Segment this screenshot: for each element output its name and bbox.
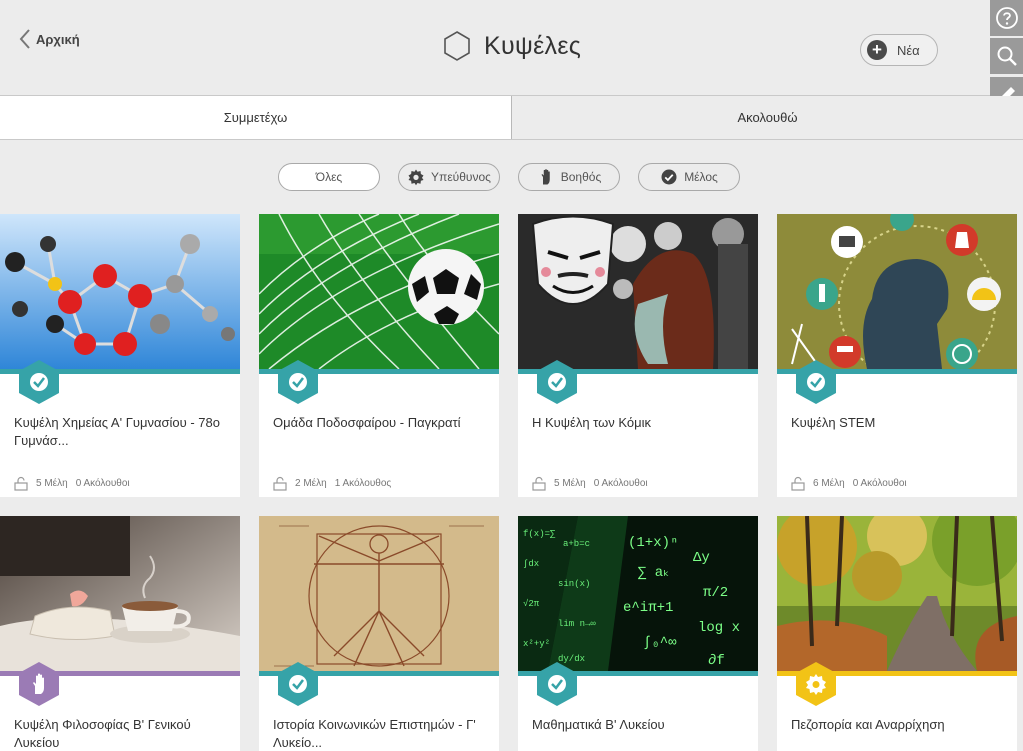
search-icon xyxy=(997,46,1017,66)
hive-stats: 5 Μέλη 0 Ακόλουθοι xyxy=(14,476,130,491)
filter-assistant[interactable]: Βοηθός xyxy=(518,163,620,191)
filter-all-label: Όλες xyxy=(315,170,343,184)
svg-text:∑ aₖ: ∑ aₖ xyxy=(638,565,669,581)
member-check-icon xyxy=(278,360,318,404)
lock-icon xyxy=(532,476,546,491)
hive-stats: 5 Μέλη 0 Ακόλουθοι xyxy=(532,476,648,491)
hive-name: Πεζοπορία και Αναρρίχηση xyxy=(791,717,945,732)
lock-icon xyxy=(273,476,287,491)
filter-assistant-label: Βοηθός xyxy=(560,170,602,184)
check-icon xyxy=(661,169,677,185)
member-check-icon xyxy=(19,360,59,404)
tab-bar: Συμμετέχω Ακολουθώ xyxy=(0,96,1023,140)
hive-card[interactable]: f(x)=∑ ∫dx √2π x²+y² a+b=c sin(x) lim n→∞ dy/d… xyxy=(518,516,758,751)
stem-thinker-image xyxy=(777,214,1017,369)
svg-text:π/2: π/2 xyxy=(703,585,728,601)
back-label: Αρχική xyxy=(36,31,80,47)
member-check-icon xyxy=(537,662,577,706)
svg-text:e^iπ+1: e^iπ+1 xyxy=(623,600,673,616)
member-count: 5 Μέλη xyxy=(554,478,586,489)
filter-member[interactable]: Μέλος xyxy=(638,163,740,191)
comic-mask-image xyxy=(518,214,758,369)
member-count: 2 Μέλη xyxy=(295,478,327,489)
hive-name: Κυψέλη STEM xyxy=(791,415,876,430)
hive-card[interactable]: Κυψέλη STEM 6 Μέλη 0 Ακόλουθοι xyxy=(777,214,1017,497)
svg-text:x²+y²: x²+y² xyxy=(523,639,550,649)
lock-icon xyxy=(14,476,28,491)
hive-name: Ιστορία Κοινωνικών Επιστημών - Γ' Λυκείο… xyxy=(273,717,476,750)
lock-icon xyxy=(791,476,805,491)
hive-name: Μαθηματικά Β' Λυκείου xyxy=(532,717,665,732)
molecules-image xyxy=(0,214,240,369)
hive-card[interactable]: Πεζοπορία και Αναρρίχηση xyxy=(777,516,1017,751)
svg-text:lim n→∞: lim n→∞ xyxy=(558,619,596,629)
tab-participate[interactable]: Συμμετέχω xyxy=(0,96,512,139)
search-button[interactable] xyxy=(990,38,1023,74)
help-icon xyxy=(995,7,1018,29)
new-hive-label: Νέα xyxy=(897,42,920,58)
hive-card[interactable]: Κυψέλη Χημείας Α' Γυμνασίου - 78ο Γυμνάσ… xyxy=(0,214,240,497)
hand-icon xyxy=(541,169,550,185)
filter-owner-label: Υπεύθυνος xyxy=(431,170,491,184)
svg-text:a+b=c: a+b=c xyxy=(563,539,590,549)
follower-count: 0 Ακόλουθοι xyxy=(593,478,648,489)
follower-count: 1 Ακόλουθος xyxy=(334,478,392,489)
filter-member-label: Μέλος xyxy=(684,170,718,184)
owner-gear-icon xyxy=(796,662,836,706)
vitruvian-man-image xyxy=(259,516,499,671)
svg-text:(1+x)ⁿ: (1+x)ⁿ xyxy=(628,535,678,551)
member-check-icon xyxy=(796,360,836,404)
gear-icon xyxy=(408,169,424,186)
football-net-image xyxy=(259,214,499,369)
svg-text:log x: log x xyxy=(698,620,740,636)
hive-name: Κυψέλη Χημείας Α' Γυμνασίου - 78ο Γυμνάσ… xyxy=(14,415,220,448)
svg-text:∫₀^∞: ∫₀^∞ xyxy=(643,635,677,651)
filter-all[interactable]: Όλες xyxy=(278,163,380,191)
svg-text:f(x)=∑: f(x)=∑ xyxy=(523,529,556,539)
tea-cup-book-image xyxy=(0,516,240,671)
help-button[interactable] xyxy=(990,0,1023,36)
svg-text:∂f: ∂f xyxy=(708,653,725,669)
hexagon-icon xyxy=(444,31,470,61)
page-title: Κυψέλες xyxy=(484,31,582,60)
hive-name: Κυψέλη Φιλοσοφίας Β' Γενικού Λυκείου xyxy=(14,717,191,750)
hive-stats: 6 Μέλη 0 Ακόλουθοι xyxy=(791,476,907,491)
new-hive-button[interactable]: + Νέα xyxy=(860,34,938,66)
hive-name: Η Κυψέλη των Κόμικ xyxy=(532,415,652,430)
svg-text:Δy: Δy xyxy=(693,550,710,566)
svg-text:∫dx: ∫dx xyxy=(523,559,539,569)
hive-card[interactable]: Ιστορία Κοινωνικών Επιστημών - Γ' Λυκείο… xyxy=(259,516,499,751)
hive-card[interactable]: Κυψέλη Φιλοσοφίας Β' Γενικού Λυκείου xyxy=(0,516,240,751)
math-formulas-image: f(x)=∑ ∫dx √2π x²+y² a+b=c sin(x) lim n→∞ dy/d… xyxy=(518,516,758,671)
member-check-icon xyxy=(537,360,577,404)
svg-text:√2π: √2π xyxy=(523,598,540,609)
forest-path-image xyxy=(777,516,1017,671)
svg-text:sin(x): sin(x) xyxy=(558,579,590,589)
follower-count: 0 Ακόλουθοι xyxy=(75,478,130,489)
page-title-group: Κυψέλες xyxy=(442,30,581,62)
plus-icon: + xyxy=(867,40,887,60)
hive-stats: 2 Μέλη 1 Ακόλουθος xyxy=(273,476,391,491)
member-count: 5 Μέλη xyxy=(36,478,68,489)
hive-card[interactable]: Η Κυψέλη των Κόμικ 5 Μέλη 0 Ακόλουθοι xyxy=(518,214,758,497)
follower-count: 0 Ακόλουθοι xyxy=(852,478,907,489)
chevron-left-icon xyxy=(19,29,30,49)
filter-owner[interactable]: Υπεύθυνος xyxy=(398,163,500,191)
tab-follow[interactable]: Ακολουθώ xyxy=(512,96,1023,139)
hive-card[interactable]: Ομάδα Ποδοσφαίρου - Παγκρατί 2 Μέλη 1 Ακ… xyxy=(259,214,499,497)
back-button[interactable]: Αρχική xyxy=(18,28,80,50)
member-check-icon xyxy=(278,662,318,706)
assistant-hand-icon xyxy=(19,662,59,706)
hive-name: Ομάδα Ποδοσφαίρου - Παγκρατί xyxy=(273,415,461,430)
member-count: 6 Μέλη xyxy=(813,478,845,489)
role-filter-bar: Όλες Υπεύθυνος Βοηθός Μέλος xyxy=(0,163,1023,191)
header-bar: Αρχική Κυψέλες + Νέα xyxy=(0,0,1023,96)
